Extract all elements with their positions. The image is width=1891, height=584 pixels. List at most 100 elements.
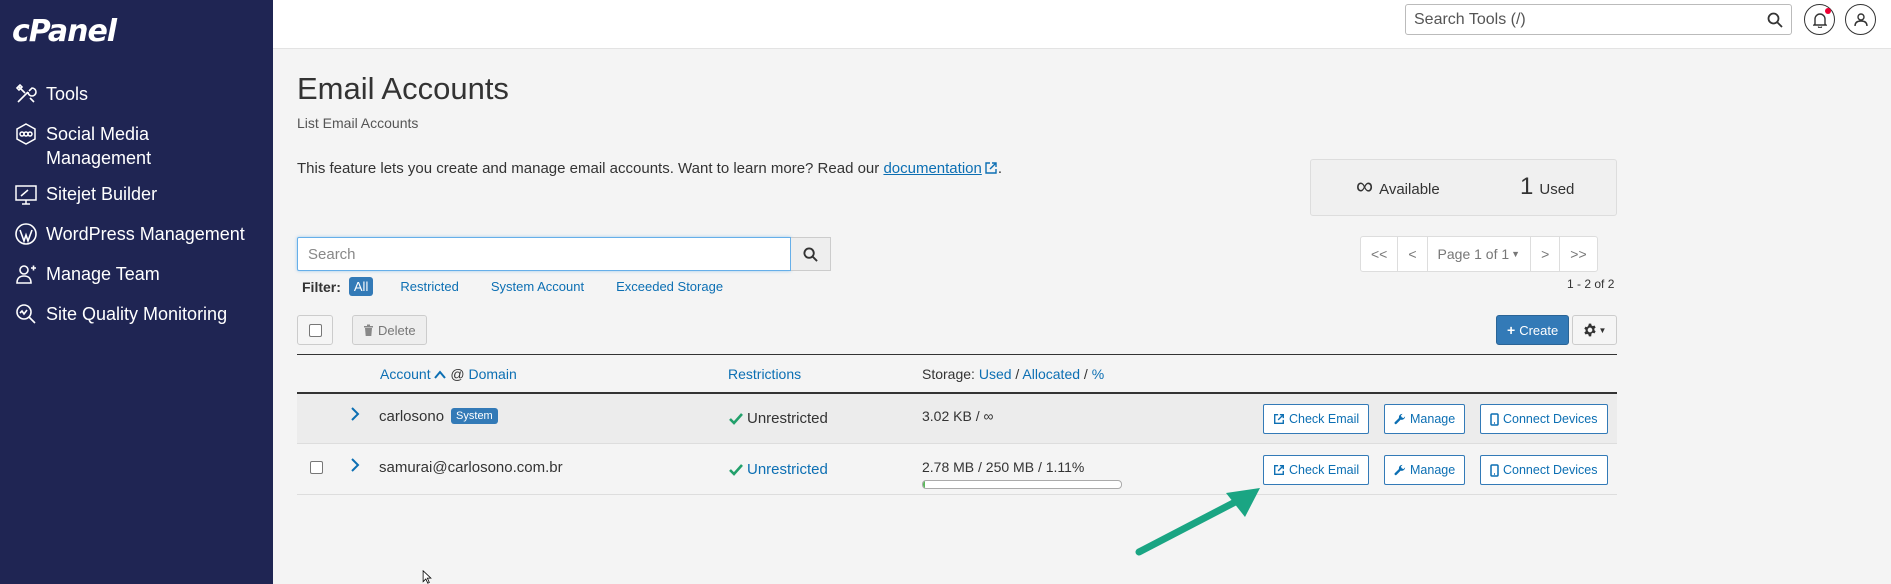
select-all-checkbox[interactable]	[308, 323, 322, 337]
create-button[interactable]: + Create	[1496, 315, 1570, 345]
team-icon	[16, 265, 36, 284]
list-toolbar: Delete + Create ▼	[297, 315, 1617, 346]
available-label: Available	[1379, 181, 1440, 198]
page-title: Email Accounts	[297, 71, 509, 106]
restriction-status: Unrestricted	[747, 461, 828, 478]
sort-up-icon[interactable]	[434, 370, 447, 379]
notifications-button[interactable]	[1804, 4, 1835, 35]
sidebar-item-social-media[interactable]: Social Media Management	[0, 122, 273, 170]
top-bar	[273, 0, 1891, 49]
sidebar-item-site-quality[interactable]: Site Quality Monitoring	[0, 302, 273, 326]
sort-used-link[interactable]: Used	[979, 366, 1012, 382]
pagination: << < Page 1 of 1 ▼ > >>	[1360, 236, 1598, 272]
sidebar-item-label: Tools	[46, 84, 89, 104]
delete-label: Delete	[378, 322, 416, 338]
sidebar-item-label: Site Quality Monitoring	[46, 304, 228, 324]
manage-button[interactable]: Manage	[1384, 455, 1466, 485]
storage-header-label: Storage:	[922, 366, 975, 382]
connect-devices-button[interactable]: Connect Devices	[1480, 404, 1608, 434]
tool-search-input[interactable]	[1414, 10, 1767, 29]
mouse-cursor-icon	[422, 570, 432, 584]
account-search-input[interactable]	[297, 237, 791, 271]
sort-account-link[interactable]: Account	[380, 366, 431, 382]
restriction-cell[interactable]: Unrestricted	[729, 461, 828, 478]
delete-button[interactable]: Delete	[352, 315, 427, 345]
prev-page-button[interactable]: <	[1397, 236, 1428, 272]
page-select[interactable]: Page 1 of 1 ▼	[1426, 236, 1532, 272]
storage-header: Storage: Used / Allocated / %	[922, 366, 1104, 382]
sort-restrictions-link[interactable]: Restrictions	[728, 366, 801, 382]
account-name: samurai@carlosono.com.br	[379, 459, 563, 476]
external-link-icon[interactable]	[984, 161, 998, 175]
check-email-button[interactable]: Check Email	[1263, 404, 1370, 434]
restriction-status: Unrestricted	[747, 410, 828, 427]
account-name: carlosono	[379, 408, 445, 425]
search-button[interactable]	[791, 237, 831, 271]
used-value: 1	[1520, 173, 1534, 200]
stat-used: 1 Used	[1520, 173, 1574, 201]
sort-allocated-link[interactable]: Allocated	[1022, 366, 1080, 382]
bell-icon	[1812, 12, 1827, 28]
intro-sentence: This feature lets you create and manage …	[297, 160, 880, 177]
storage-usage-bar	[922, 480, 1122, 489]
accounts-stats: ∞ Available 1 Used	[1310, 159, 1617, 216]
filter-system-account[interactable]: System Account	[486, 277, 589, 296]
available-value: ∞	[1356, 173, 1374, 200]
tool-search[interactable]	[1405, 4, 1792, 35]
next-page-button[interactable]: >	[1530, 236, 1561, 272]
connect-devices-label: Connect Devices	[1503, 463, 1598, 477]
sidebar-item-label: Sitejet Builder	[46, 184, 158, 204]
expand-chevron-icon[interactable]	[350, 456, 360, 477]
notification-dot	[1825, 8, 1831, 14]
documentation-link[interactable]: documentation	[883, 160, 981, 177]
filter-restricted[interactable]: Restricted	[395, 277, 464, 296]
sidebar-item-label: Social Media Management	[46, 124, 152, 168]
search-icon[interactable]	[1767, 12, 1783, 28]
select-all-button[interactable]	[297, 315, 333, 345]
sidebar-item-wordpress[interactable]: WordPress Management	[0, 222, 273, 246]
connect-devices-button[interactable]: Connect Devices	[1480, 455, 1608, 485]
manage-label: Manage	[1410, 463, 1456, 477]
page-subtitle: List Email Accounts	[297, 115, 419, 131]
user-menu-button[interactable]	[1845, 4, 1876, 35]
gear-icon	[1583, 323, 1596, 337]
expand-chevron-icon[interactable]	[350, 405, 360, 426]
at-symbol: @	[450, 366, 465, 382]
check-icon	[729, 463, 743, 476]
table-row: samurai@carlosono.com.br Unrestricted 2.…	[297, 445, 1617, 495]
account-search	[297, 237, 831, 271]
sort-percent-link[interactable]: %	[1092, 366, 1104, 382]
filter-label: Filter:	[302, 278, 341, 295]
sidebar-item-manage-team[interactable]: Manage Team	[0, 262, 273, 286]
table-row: carlosono System Unrestricted 3.02 KB / ∞…	[297, 394, 1617, 444]
manage-button[interactable]: Manage	[1384, 404, 1466, 434]
sidebar-item-label: Manage Team	[46, 264, 160, 284]
social-media-icon	[16, 123, 36, 145]
caret-down-icon: ▼	[1511, 249, 1521, 259]
settings-dropdown-button[interactable]: ▼	[1572, 315, 1617, 345]
results-range: 1 - 2 of 2	[1567, 277, 1615, 291]
sidebar-item-sitejet[interactable]: Sitejet Builder	[0, 182, 273, 206]
filter-exceeded-storage[interactable]: Exceeded Storage	[611, 277, 728, 296]
stat-available: ∞ Available	[1356, 173, 1440, 201]
trash-icon	[364, 324, 373, 336]
used-label: Used	[1539, 181, 1575, 198]
filter-all[interactable]: All	[348, 277, 374, 296]
filter-bar: Filter: All Restricted System Account Ex…	[302, 277, 750, 296]
storage-header-sep: /	[1015, 366, 1020, 382]
first-page-button[interactable]: <<	[1360, 236, 1399, 272]
storage-cell: 2.78 MB / 250 MB / 1.11%	[922, 459, 1085, 475]
system-badge: System	[451, 408, 498, 424]
last-page-button[interactable]: >>	[1559, 236, 1598, 272]
row-checkbox[interactable]	[310, 461, 323, 477]
plus-icon: +	[1507, 322, 1516, 338]
check-email-button[interactable]: Check Email	[1263, 455, 1370, 485]
sort-domain-link[interactable]: Domain	[468, 366, 516, 382]
mobile-icon	[1490, 463, 1499, 477]
sidebar-item-tools[interactable]: Tools	[0, 82, 273, 106]
account-header: Account @ Domain	[380, 366, 517, 382]
wrench-icon	[1394, 413, 1406, 425]
cpanel-logo[interactable]: cPanel	[12, 14, 117, 49]
external-link-icon	[1274, 465, 1284, 475]
storage-header-sep: /	[1083, 366, 1088, 382]
